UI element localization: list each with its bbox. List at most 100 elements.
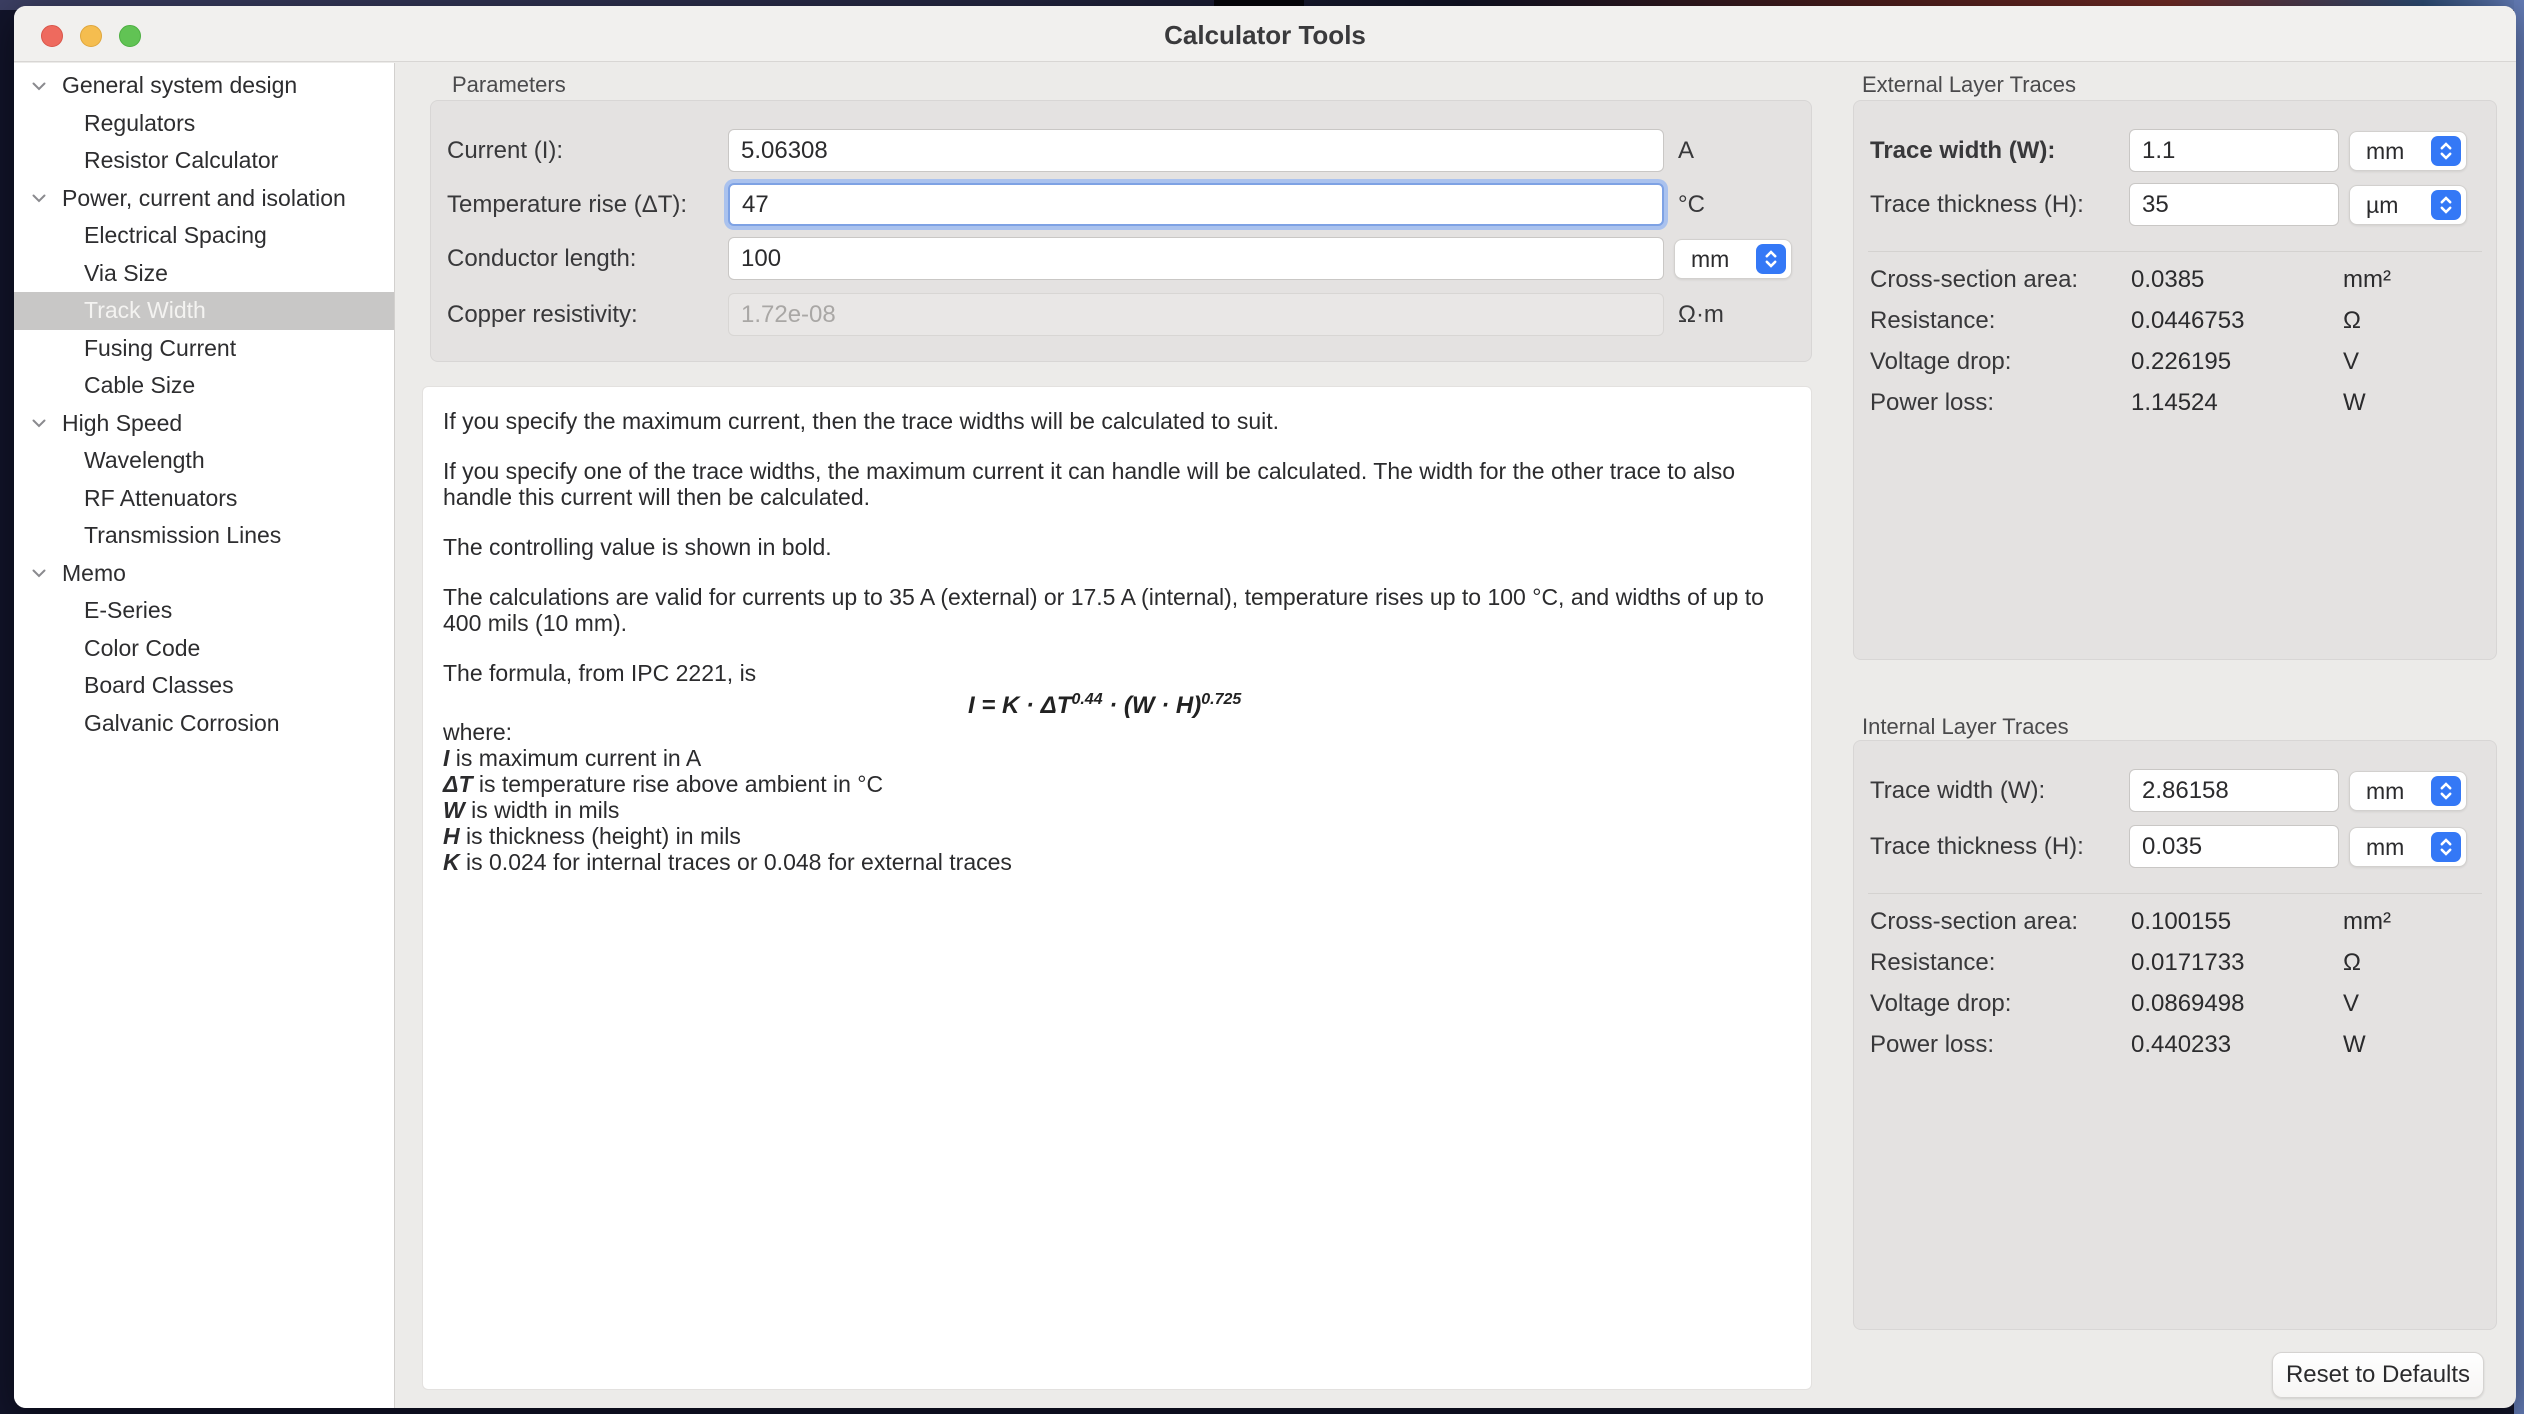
external-trace-width-label: Trace width (W): <box>1870 137 2055 165</box>
conductor-length-unit-select[interactable]: mm <box>1674 239 1792 279</box>
stepper-icon <box>2431 776 2461 806</box>
sidebar-item-via-size[interactable]: Via Size <box>14 255 394 293</box>
divider <box>1868 893 2482 894</box>
variable-symbol: W <box>443 797 465 823</box>
chevron-down-icon[interactable] <box>30 77 48 95</box>
formula-base: · (W · H) <box>1103 692 1202 719</box>
sidebar-item-resistor-calculator[interactable]: Resistor Calculator <box>14 142 394 180</box>
sidebar-item-label: Board Classes <box>84 672 234 699</box>
internal-trace-thickness-unit-value: mm <box>2366 834 2404 861</box>
sidebar-item-label: Regulators <box>84 110 195 137</box>
internal-trace-width-input[interactable] <box>2129 769 2339 812</box>
result-value: 0.226195 <box>2131 348 2231 376</box>
result-label: Power loss: <box>1870 389 1994 417</box>
result-unit: mm² <box>2343 266 2391 294</box>
sidebar-item-label: Wavelength <box>84 447 205 474</box>
help-paragraph: The formula, from IPC 2221, is <box>443 660 1773 686</box>
where-label: where: <box>443 719 1791 745</box>
external-trace-thickness-unit-value: µm <box>2366 192 2398 219</box>
result-unit: W <box>2343 1031 2366 1059</box>
internal-trace-thickness-unit-select[interactable]: mm <box>2349 827 2467 867</box>
external-trace-thickness-unit-select[interactable]: µm <box>2349 185 2467 225</box>
parameters-section-label: Parameters <box>452 72 566 98</box>
definition-line: W is width in mils <box>443 797 1791 823</box>
sidebar-item-label: E-Series <box>84 597 172 624</box>
external-trace-width-unit-value: mm <box>2366 138 2404 165</box>
titlebar[interactable]: Calculator Tools <box>14 6 2516 62</box>
sidebar-item-board-classes[interactable]: Board Classes <box>14 667 394 705</box>
result-label: Voltage drop: <box>1870 348 2011 376</box>
sidebar-item-power-current-isolation[interactable]: Power, current and isolation <box>14 180 394 218</box>
sidebar-item-general-system-design[interactable]: General system design <box>14 67 394 105</box>
result-value: 0.440233 <box>2131 1031 2231 1059</box>
external-trace-width-unit-select[interactable]: mm <box>2349 131 2467 171</box>
sidebar-item-rf-attenuators[interactable]: RF Attenuators <box>14 480 394 518</box>
reset-to-defaults-button[interactable]: Reset to Defaults <box>2272 1352 2484 1398</box>
sidebar-item-high-speed[interactable]: High Speed <box>14 405 394 443</box>
internal-layer-traces-groupbox: Trace width (W): mm Trace thickness (H):… <box>1853 740 2497 1330</box>
sidebar-item-e-series[interactable]: E-Series <box>14 592 394 630</box>
internal-trace-width-unit-value: mm <box>2366 778 2404 805</box>
sidebar-item-cable-size[interactable]: Cable Size <box>14 367 394 405</box>
sidebar-item-color-code[interactable]: Color Code <box>14 630 394 668</box>
conductor-length-input[interactable] <box>728 237 1664 280</box>
definition-text: is 0.024 for internal traces or 0.048 fo… <box>460 849 1012 875</box>
internal-layer-traces-label: Internal Layer Traces <box>1862 714 2069 740</box>
sidebar-item-wavelength[interactable]: Wavelength <box>14 442 394 480</box>
conductor-length-label: Conductor length: <box>447 245 636 273</box>
chevron-down-icon[interactable] <box>30 564 48 582</box>
formula-exponent: 0.725 <box>1201 691 1241 708</box>
stepper-icon <box>1756 244 1786 274</box>
help-text-panel: If you specify the maximum current, then… <box>422 386 1812 1390</box>
sidebar-item-transmission-lines[interactable]: Transmission Lines <box>14 517 394 555</box>
current-input[interactable] <box>728 129 1664 172</box>
sidebar-item-label: Cable Size <box>84 372 195 399</box>
sidebar-item-label: Fusing Current <box>84 335 236 362</box>
calculator-tree-sidebar: General system design Regulators Resisto… <box>14 63 395 1408</box>
sidebar-item-label: General system design <box>62 72 297 99</box>
result-unit: V <box>2343 990 2359 1018</box>
result-value: 0.0385 <box>2131 266 2204 294</box>
result-unit: V <box>2343 348 2359 376</box>
sidebar-item-label: High Speed <box>62 410 182 437</box>
chevron-down-icon[interactable] <box>30 414 48 432</box>
calculator-tools-window: Calculator Tools General system design R… <box>14 6 2516 1408</box>
sidebar-item-label: Track Width <box>84 297 206 324</box>
temperature-rise-unit-label: °C <box>1678 191 1705 219</box>
sidebar-item-label: Electrical Spacing <box>84 222 267 249</box>
sidebar-item-memo[interactable]: Memo <box>14 555 394 593</box>
stepper-icon <box>2431 136 2461 166</box>
internal-trace-thickness-input[interactable] <box>2129 825 2339 868</box>
result-unit: Ω <box>2343 949 2361 977</box>
sidebar-item-label: Color Code <box>84 635 200 662</box>
internal-trace-width-unit-select[interactable]: mm <box>2349 771 2467 811</box>
sidebar-item-track-width[interactable]: Track Width <box>14 292 394 330</box>
result-value: 0.0171733 <box>2131 949 2244 977</box>
definition-line: ΔT is temperature rise above ambient in … <box>443 771 1791 797</box>
chevron-down-icon[interactable] <box>30 189 48 207</box>
sidebar-item-galvanic-corrosion[interactable]: Galvanic Corrosion <box>14 705 394 743</box>
formula-base: I = K · ΔT <box>968 692 1071 719</box>
external-trace-thickness-input[interactable] <box>2129 183 2339 226</box>
stepper-icon <box>2431 832 2461 862</box>
external-trace-width-input[interactable] <box>2129 129 2339 172</box>
copper-resistivity-unit-label: Ω·m <box>1678 301 1724 329</box>
result-label: Cross-section area: <box>1870 266 2078 294</box>
current-label: Current (I): <box>447 137 563 165</box>
sidebar-item-regulators[interactable]: Regulators <box>14 105 394 143</box>
variable-symbol: H <box>443 823 460 849</box>
external-layer-traces-label: External Layer Traces <box>1862 72 2076 98</box>
variable-symbol: ΔT <box>443 771 473 797</box>
result-unit: W <box>2343 389 2366 417</box>
sidebar-item-electrical-spacing[interactable]: Electrical Spacing <box>14 217 394 255</box>
sidebar-item-label: Resistor Calculator <box>84 147 278 174</box>
result-value: 0.100155 <box>2131 908 2231 936</box>
sidebar-item-label: Via Size <box>84 260 168 287</box>
formula-exponent: 0.44 <box>1071 691 1102 708</box>
result-value: 1.14524 <box>2131 389 2218 417</box>
definition-line: I is maximum current in A <box>443 745 1791 771</box>
external-trace-thickness-label: Trace thickness (H): <box>1870 191 2084 219</box>
temperature-rise-input[interactable] <box>728 183 1664 226</box>
sidebar-item-fusing-current[interactable]: Fusing Current <box>14 330 394 368</box>
result-value: 0.0446753 <box>2131 307 2244 335</box>
